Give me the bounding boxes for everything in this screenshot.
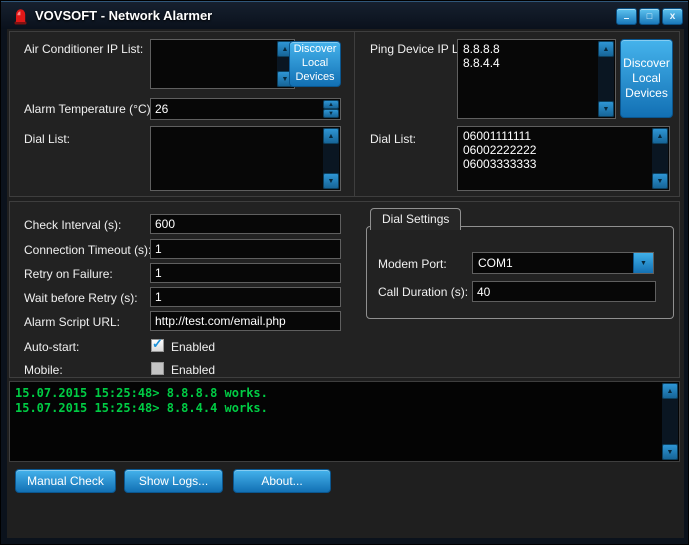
scroll-up-icon[interactable]: ▲: [323, 128, 339, 144]
connection-timeout-label: Connection Timeout (s):: [24, 243, 151, 257]
minimize-icon: –: [624, 14, 630, 24]
tab-dial-settings[interactable]: Dial Settings: [370, 208, 461, 230]
scroll-up-icon[interactable]: ▲: [662, 383, 678, 399]
ping-device-listbox[interactable]: 8.8.8.8 8.8.4.4 ▲ ▼: [457, 39, 616, 119]
client-area: Air Conditioner IP List: ▲ ▼ Discover Lo…: [7, 29, 684, 538]
log-line: 15.07.2015 15:25:48> 8.8.4.4 works.: [15, 401, 268, 415]
spin-up-icon[interactable]: ▲: [323, 100, 339, 109]
retry-on-failure-label: Retry on Failure:: [24, 267, 113, 281]
ac-ip-list-label: Air Conditioner IP List:: [24, 42, 143, 56]
alarm-temperature-spin-buttons: ▲ ▼: [323, 100, 339, 118]
dial-list-right-input[interactable]: 06001111111 06002222222 06003333333: [458, 127, 651, 190]
checkmark-icon: ✓: [152, 336, 163, 352]
scroll-up-icon[interactable]: ▲: [598, 41, 614, 57]
log-scrollbar[interactable]: ▲ ▼: [662, 383, 678, 460]
discover-local-devices-button-ac[interactable]: Discover Local Devices: [289, 41, 341, 87]
alarm-temperature-label: Alarm Temperature (°C):: [24, 102, 154, 116]
alarm-script-url-input[interactable]: [150, 311, 341, 331]
retry-on-failure-input[interactable]: [150, 263, 341, 283]
dial-list-right-scrollbar[interactable]: ▲ ▼: [652, 128, 668, 189]
ac-ip-list-input[interactable]: [151, 40, 276, 88]
top-panel: Air Conditioner IP List: ▲ ▼ Discover Lo…: [9, 31, 680, 197]
modem-port-label: Modem Port:: [378, 257, 447, 271]
modem-port-selected-value: COM1: [478, 256, 513, 270]
app-window: VOVSOFT - Network Alarmer – □ x Air Cond…: [0, 0, 689, 545]
alarm-siren-icon: [13, 7, 28, 25]
log-line: 15.07.2015 15:25:48> 8.8.8.8 works.: [15, 386, 268, 400]
scroll-down-icon[interactable]: ▼: [323, 173, 339, 189]
dial-list-right-label: Dial List:: [370, 132, 416, 146]
about-button[interactable]: About...: [233, 469, 331, 493]
spin-down-icon[interactable]: ▼: [323, 109, 339, 118]
dial-list-left-input[interactable]: [151, 127, 322, 190]
call-duration-input[interactable]: [472, 281, 656, 302]
auto-start-label: Auto-start:: [24, 340, 79, 354]
show-logs-button[interactable]: Show Logs...: [124, 469, 223, 493]
mobile-checkbox[interactable]: [151, 362, 164, 375]
settings-panel: Check Interval (s): Connection Timeout (…: [9, 201, 680, 378]
call-duration-label: Call Duration (s):: [378, 285, 468, 299]
log-output[interactable]: 15.07.2015 15:25:48> 8.8.8.8 works. 15.0…: [9, 381, 680, 462]
maximize-icon: □: [647, 12, 652, 21]
alarm-script-url-label: Alarm Script URL:: [24, 315, 120, 329]
ping-device-list-input[interactable]: 8.8.8.8 8.8.4.4: [458, 40, 597, 118]
title-bar: VOVSOFT - Network Alarmer – □ x: [1, 1, 688, 29]
close-button[interactable]: x: [662, 8, 683, 25]
connection-timeout-input[interactable]: [150, 239, 341, 259]
dial-listbox-right[interactable]: 06001111111 06002222222 06003333333 ▲ ▼: [457, 126, 670, 191]
mobile-enabled-label: Enabled: [171, 363, 215, 377]
ac-ip-listbox[interactable]: ▲ ▼: [150, 39, 295, 89]
maximize-button[interactable]: □: [639, 8, 660, 25]
ping-device-scrollbar[interactable]: ▲ ▼: [598, 41, 614, 117]
scroll-down-icon[interactable]: ▼: [598, 101, 614, 117]
wait-before-retry-input[interactable]: [150, 287, 341, 307]
wait-before-retry-label: Wait before Retry (s):: [24, 291, 138, 305]
check-interval-input[interactable]: [150, 214, 341, 234]
dial-list-left-scrollbar[interactable]: ▲ ▼: [323, 128, 339, 189]
window-title: VOVSOFT - Network Alarmer: [35, 8, 212, 23]
minimize-button[interactable]: –: [616, 8, 637, 25]
panel-divider: [354, 32, 355, 196]
scroll-down-icon[interactable]: ▼: [662, 444, 678, 460]
dial-listbox-left[interactable]: ▲ ▼: [150, 126, 341, 191]
dial-list-left-label: Dial List:: [24, 132, 70, 146]
close-icon: x: [670, 12, 676, 22]
chevron-down-icon: ▼: [640, 260, 647, 267]
alarm-temperature-spinner[interactable]: ▲ ▼: [150, 98, 341, 120]
scroll-down-icon[interactable]: ▼: [652, 173, 668, 189]
check-interval-label: Check Interval (s):: [24, 218, 121, 232]
mobile-label: Mobile:: [24, 363, 63, 377]
discover-local-devices-button-ping[interactable]: Discover Local Devices: [620, 39, 673, 118]
alarm-temperature-input[interactable]: [151, 99, 322, 119]
combo-dropdown-button[interactable]: ▼: [633, 253, 653, 273]
auto-start-checkbox[interactable]: ✓: [151, 339, 164, 352]
modem-port-combobox[interactable]: COM1 ▼: [472, 252, 654, 274]
auto-start-enabled-label: Enabled: [171, 340, 215, 354]
manual-check-button[interactable]: Manual Check: [15, 469, 116, 493]
scroll-up-icon[interactable]: ▲: [652, 128, 668, 144]
